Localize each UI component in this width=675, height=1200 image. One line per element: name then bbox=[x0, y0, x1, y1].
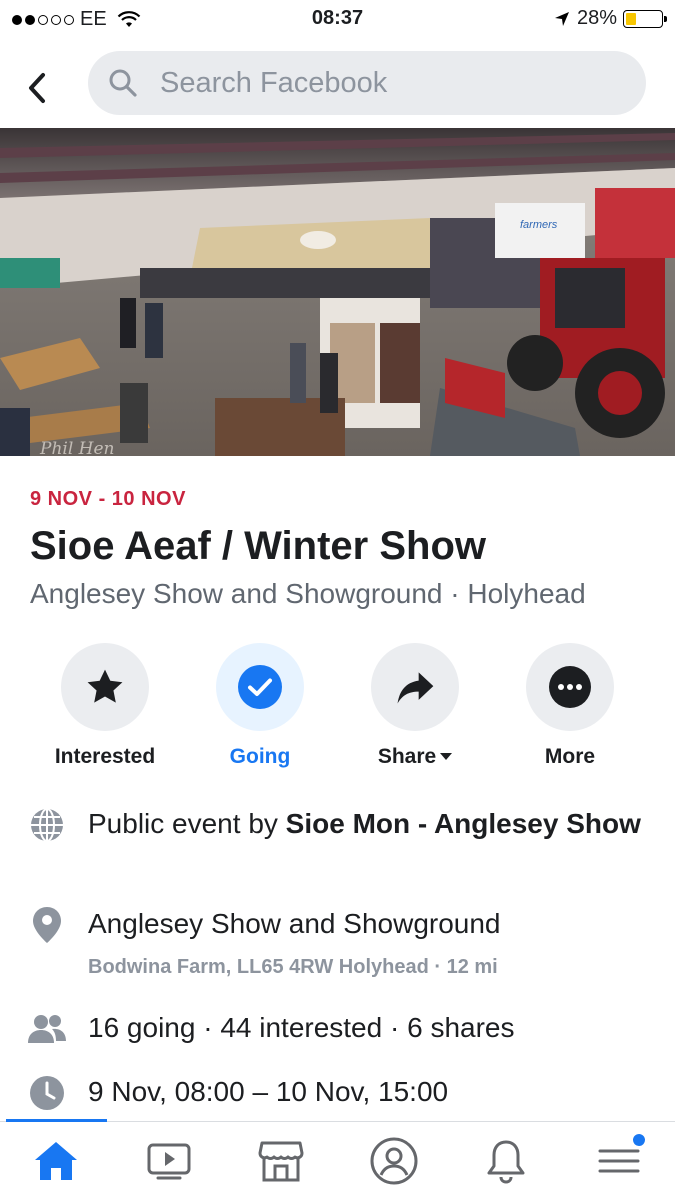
photo-watermark: Phil Hen bbox=[39, 439, 115, 456]
going-button[interactable]: Going bbox=[185, 643, 335, 769]
menu-notification-badge bbox=[631, 1132, 647, 1148]
bottom-tab-bar bbox=[0, 1122, 675, 1200]
event-cover-photo[interactable]: farmers Phil Hen bbox=[0, 128, 675, 456]
video-icon bbox=[147, 1143, 191, 1180]
search-input[interactable] bbox=[160, 66, 580, 100]
notifications-icon bbox=[487, 1140, 525, 1184]
interested-label: Interested bbox=[54, 745, 156, 768]
host-name-link[interactable]: Sioe Mon - Anglesey Show bbox=[286, 808, 641, 839]
interested-circle[interactable] bbox=[61, 643, 149, 731]
location-pin-icon bbox=[28, 906, 66, 944]
clock-icon bbox=[28, 1074, 66, 1112]
going-circle[interactable] bbox=[216, 643, 304, 731]
search-header bbox=[0, 40, 675, 128]
battery-percent: 28% bbox=[576, 7, 617, 29]
location-name: Anglesey Show and Showground bbox=[88, 908, 501, 939]
going-label: Going bbox=[229, 745, 291, 768]
interested-button[interactable]: Interested bbox=[30, 643, 180, 769]
tab-menu[interactable] bbox=[563, 1122, 675, 1200]
event-time-text: 9 Nov, 08:00 – 10 Nov, 15:00 bbox=[88, 1076, 449, 1107]
event-host-text: Public event by Sioe Mon - Anglesey Show bbox=[88, 806, 648, 842]
location-arrow-icon bbox=[554, 11, 569, 26]
share-label-row: Share bbox=[340, 745, 490, 769]
globe-icon bbox=[28, 806, 66, 844]
battery-icon bbox=[623, 9, 667, 28]
status-bar: EE 08:37 28% bbox=[0, 0, 675, 40]
tab-watch[interactable] bbox=[113, 1122, 226, 1200]
svg-text:farmers: farmers bbox=[520, 219, 558, 231]
tab-notifications[interactable] bbox=[450, 1122, 563, 1200]
status-right: 28% bbox=[553, 7, 667, 30]
tab-marketplace[interactable] bbox=[225, 1122, 338, 1200]
menu-icon bbox=[598, 1149, 640, 1173]
attendance-text: 16 going · 44 interested · 6 shares bbox=[88, 1012, 515, 1043]
more-button[interactable]: More bbox=[495, 643, 645, 769]
people-icon bbox=[28, 1010, 66, 1048]
share-circle[interactable] bbox=[371, 643, 459, 731]
profile-icon bbox=[370, 1137, 418, 1185]
event-location-subtitle[interactable]: Anglesey Show and Showground · Holyhead bbox=[30, 578, 586, 610]
home-icon bbox=[35, 1142, 78, 1180]
event-date-range: 9 NOV - 10 NOV bbox=[30, 488, 186, 510]
share-label: Share bbox=[377, 745, 437, 768]
share-icon bbox=[397, 672, 434, 704]
caret-down-icon bbox=[440, 753, 453, 760]
share-button[interactable]: Share bbox=[340, 643, 490, 769]
search-bar[interactable] bbox=[88, 51, 646, 115]
star-icon bbox=[87, 669, 123, 703]
more-circle[interactable] bbox=[526, 643, 614, 731]
back-button[interactable] bbox=[22, 68, 52, 108]
cover-photo-image: farmers Phil Hen bbox=[0, 128, 675, 456]
search-icon bbox=[109, 69, 137, 97]
back-chevron-icon bbox=[29, 73, 45, 103]
tab-profile[interactable] bbox=[338, 1122, 451, 1200]
location-address: Bodwina Farm, LL65 4RW Holyhead · 12 mi bbox=[88, 956, 498, 978]
more-icon bbox=[549, 666, 591, 708]
event-title: Sioe Aeaf / Winter Show bbox=[30, 524, 486, 568]
tab-home[interactable] bbox=[0, 1122, 113, 1200]
host-prefix: Public event by bbox=[88, 808, 286, 839]
marketplace-icon bbox=[258, 1141, 304, 1182]
check-icon bbox=[238, 665, 282, 709]
event-actions: Interested Going Share More bbox=[0, 643, 675, 773]
more-label: More bbox=[544, 745, 596, 768]
